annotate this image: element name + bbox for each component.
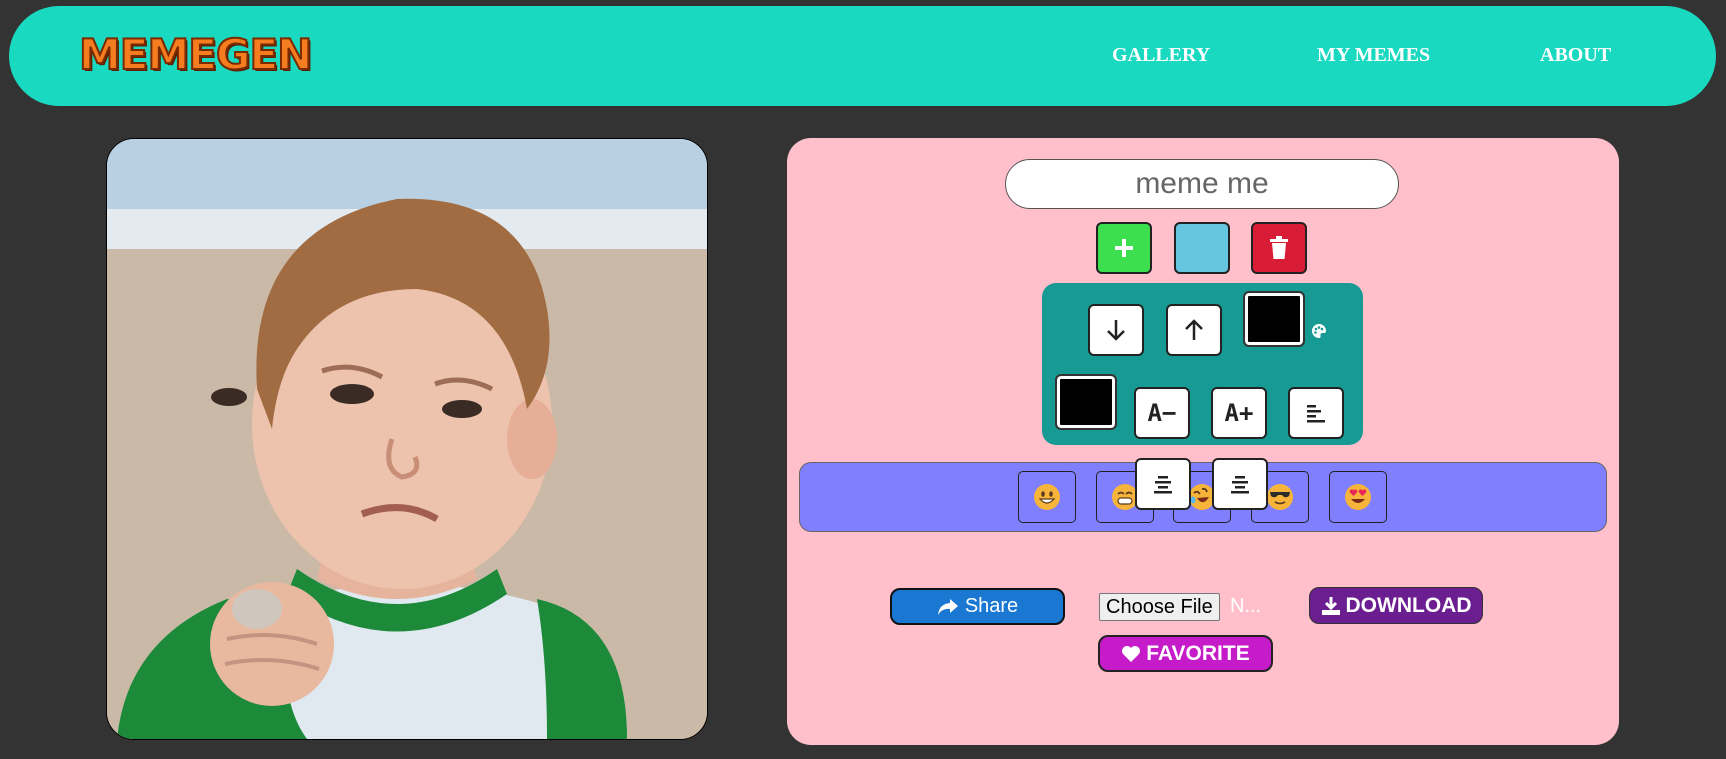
align-center-button[interactable] <box>1135 458 1191 510</box>
choose-file-button[interactable]: Choose File <box>1099 593 1220 621</box>
download-icon <box>1321 596 1340 615</box>
delete-line-button[interactable] <box>1251 222 1307 274</box>
align-right-icon <box>1231 476 1249 494</box>
nav-about[interactable]: ABOUT <box>1540 44 1611 67</box>
file-status: N... <box>1230 595 1262 617</box>
meme-canvas[interactable] <box>106 138 708 740</box>
heart-eyes-face-icon <box>1345 484 1371 510</box>
move-line-up-button[interactable] <box>1166 304 1222 356</box>
emoji-grinning[interactable] <box>1018 471 1076 523</box>
emoji-heart-eyes[interactable] <box>1329 471 1387 523</box>
logo[interactable]: MEMEGEN <box>78 29 313 80</box>
color-button[interactable] <box>1174 222 1230 274</box>
heart-icon <box>1122 645 1141 662</box>
palette-icon[interactable] <box>1311 323 1327 339</box>
emoji-bar <box>799 462 1607 532</box>
add-line-button[interactable] <box>1096 222 1152 274</box>
favorite-button[interactable]: FAVORITE <box>1098 635 1273 672</box>
meme-text-input[interactable] <box>1005 159 1399 209</box>
move-line-down-button[interactable] <box>1088 304 1144 356</box>
arrow-up-icon <box>1185 319 1203 340</box>
header: MEMEGEN GALLERY MY MEMES ABOUT <box>9 6 1716 106</box>
nav-my-memes[interactable]: MY MEMES <box>1317 44 1430 67</box>
download-button[interactable]: DOWNLOAD <box>1309 587 1483 624</box>
favorite-label: FAVORITE <box>1146 641 1250 665</box>
meme-image <box>107 139 707 739</box>
nav-gallery[interactable]: GALLERY <box>1112 44 1210 67</box>
grinning-face-icon <box>1034 484 1060 510</box>
fill-color-swatch[interactable] <box>1055 374 1117 430</box>
stroke-color-swatch[interactable] <box>1243 291 1305 347</box>
text-tools-panel: A− A+ <box>1042 283 1363 445</box>
align-right-button[interactable] <box>1212 458 1268 510</box>
font-increase-button[interactable]: A+ <box>1211 387 1267 439</box>
align-center-icon <box>1154 476 1172 494</box>
share-button[interactable]: Share <box>890 588 1065 625</box>
align-left-icon <box>1307 405 1325 423</box>
sunglasses-face-icon <box>1267 484 1293 510</box>
share-icon <box>937 598 958 615</box>
share-label: Share <box>964 595 1019 617</box>
editor-panel: A− A+ <box>787 138 1619 745</box>
align-left-button[interactable] <box>1288 387 1344 439</box>
font-decrease-button[interactable]: A− <box>1134 387 1190 439</box>
download-label: DOWNLOAD <box>1345 593 1472 617</box>
plus-icon <box>1115 239 1133 257</box>
arrow-down-icon <box>1107 320 1125 341</box>
trash-icon <box>1270 236 1288 259</box>
